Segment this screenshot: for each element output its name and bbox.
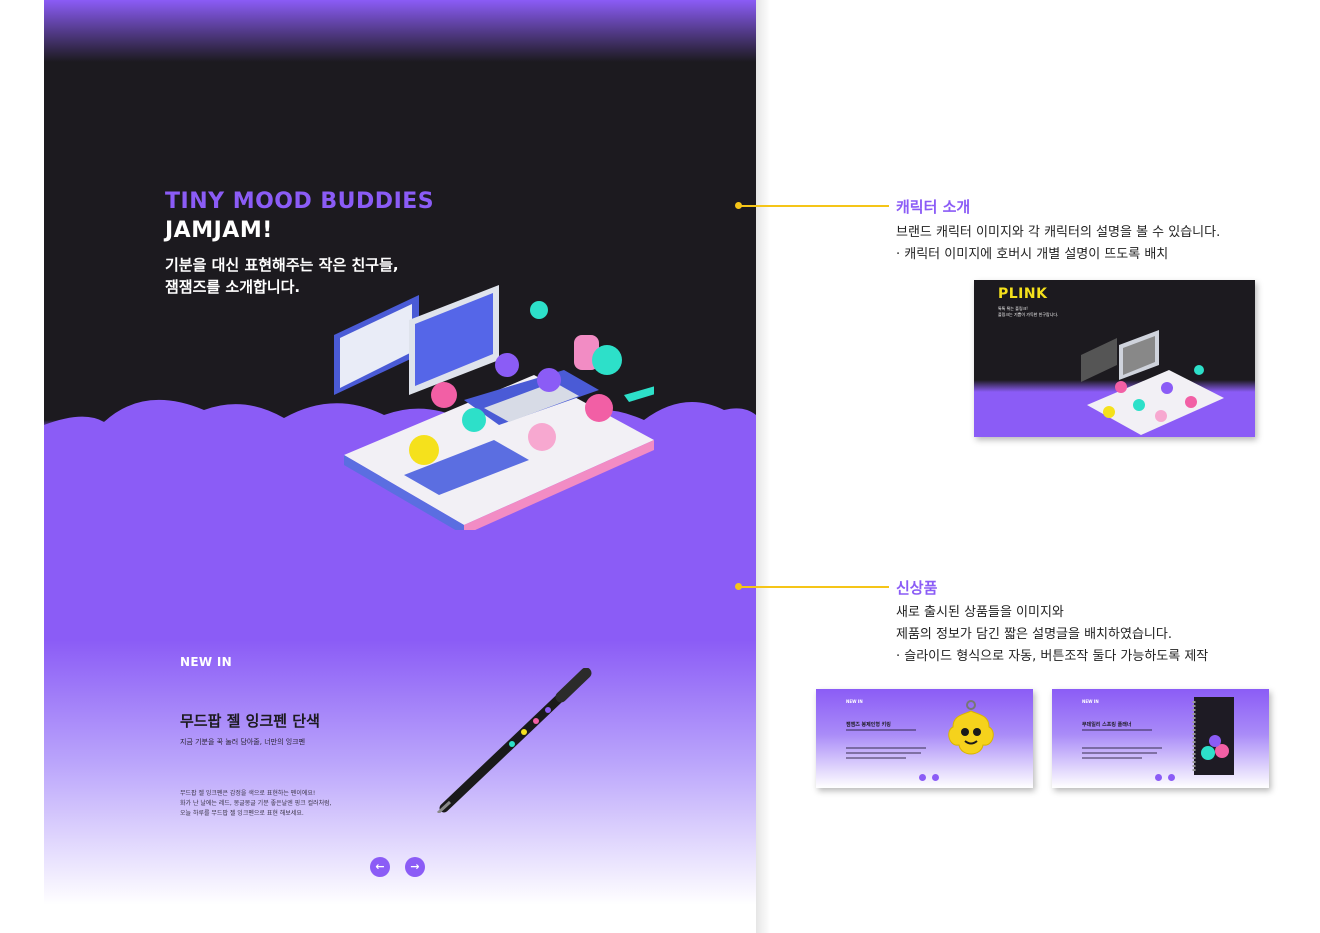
thumb-new-in-label: NEW IN	[1082, 699, 1099, 704]
thumb-prev-button	[1155, 774, 1162, 781]
thumb-text-line	[1082, 747, 1162, 749]
desk-illustration	[334, 285, 654, 530]
product-desc-line-1: 무드팝 젤 잉크펜은 감정을 색으로 표현하는 펜이에요!	[180, 790, 316, 797]
arrow-right-icon: →	[410, 860, 420, 873]
annotation-title-new-products: 신상품	[896, 579, 938, 597]
thumb-text-line	[846, 729, 916, 731]
thumb-next-button	[1168, 774, 1175, 781]
thumb-next-button	[932, 774, 939, 781]
annotation-leader-line-1	[741, 205, 889, 207]
product-description: 무드팝 젤 잉크펜은 감정을 색으로 표현하는 펜이에요! 화가 난 날에는 레…	[180, 789, 332, 819]
thumb-new-in-label: NEW IN	[846, 699, 863, 704]
annotation-2-line-2: 제품의 정보가 담긴 짧은 설명글을 배치하였습니다.	[896, 627, 1172, 642]
design-board: TINY MOOD BUDDIES JAMJAM! 기분을 대신 표현해주는 작…	[0, 0, 1320, 933]
thumb-text-line	[846, 757, 906, 759]
page-shadow	[756, 0, 770, 933]
keyring-image	[948, 700, 994, 755]
character-section-thumbnail: PLINK 톡톡 튀는 플링크! 플링크는 기쁨이 가득한 친구랍니다.	[974, 280, 1255, 437]
product-slide-thumbnail-planner: NEW IN 무데일리 스프링 플래너	[1052, 689, 1269, 788]
product-desc-line-2: 화가 난 날에는 레드, 몽글몽글 기분 좋은날엔 핑크 컬러처럼,	[180, 800, 332, 807]
product-desc-line-3: 오늘 하루를 무드팝 젤 잉크펜으로 표현 해보세요.	[180, 810, 304, 817]
arrow-left-icon: ←	[375, 860, 385, 873]
gel-pen-image	[436, 668, 592, 813]
thumb-product-title: 잼잼즈 봉제인형 키링	[846, 722, 891, 728]
new-in-label: NEW IN	[180, 655, 232, 669]
slider-next-button[interactable]: →	[405, 857, 425, 877]
annotation-title-character: 캐릭터 소개	[896, 198, 971, 216]
thumb-text-line	[846, 747, 926, 749]
product-title: 무드팝 젤 잉크펜 단색	[180, 712, 320, 730]
brand-line-2: JAMJAM!	[165, 218, 273, 243]
brand-line-1: TINY MOOD BUDDIES	[165, 189, 435, 214]
hero-desc-line-1: 기분을 대신 표현해주는 작은 친구들,	[165, 256, 399, 274]
annotation-leader-line-2	[741, 586, 889, 588]
thumb-prev-button	[919, 774, 926, 781]
planner-image	[1192, 697, 1234, 775]
annotation-1-line-2: · 캐릭터 이미지에 호버시 개별 설명이 뜨도록 배치	[896, 247, 1169, 262]
thumb-product-title: 무데일리 스프링 플래너	[1082, 722, 1132, 728]
product-subtitle: 지금 기분을 꾹 눌러 담아줄, 너만의 잉크펜	[180, 738, 306, 746]
character-description: 톡톡 튀는 플링크! 플링크는 기쁨이 가득한 친구랍니다.	[998, 306, 1058, 318]
thumb-text-line	[846, 752, 921, 754]
thumb-text-line	[1082, 729, 1152, 731]
product-slide-thumbnail-keyring: NEW IN 잼잼즈 봉제인형 키링	[816, 689, 1033, 788]
annotation-text-new-products: 새로 출시된 상품들을 이미지와 제품의 정보가 담긴 짧은 설명글을 배치하였…	[896, 602, 1208, 668]
thumb-text-line	[1082, 757, 1142, 759]
hero-brand-title: TINY MOOD BUDDIES JAMJAM!	[165, 187, 434, 245]
annotation-text-character: 브랜드 캐릭터 이미지와 각 캐릭터의 설명을 볼 수 있습니다. · 캐릭터 …	[896, 222, 1220, 266]
thumb-text-line	[1082, 752, 1157, 754]
mini-desk-illustration	[1081, 330, 1224, 435]
annotation-2-line-3: · 슬라이드 형식으로 자동, 버튼조작 둘다 가능하도록 제작	[896, 649, 1209, 664]
character-name: PLINK	[998, 286, 1048, 302]
annotation-1-line-1: 브랜드 캐릭터 이미지와 각 캐릭터의 설명을 볼 수 있습니다.	[896, 225, 1221, 240]
slider-prev-button[interactable]: ←	[370, 857, 390, 877]
website-mockup: TINY MOOD BUDDIES JAMJAM! 기분을 대신 표현해주는 작…	[44, 0, 756, 933]
character-desc-line-2: 플링크는 기쁨이 가득한 친구랍니다.	[998, 312, 1059, 317]
annotation-2-line-1: 새로 출시된 상품들을 이미지와	[896, 605, 1064, 620]
